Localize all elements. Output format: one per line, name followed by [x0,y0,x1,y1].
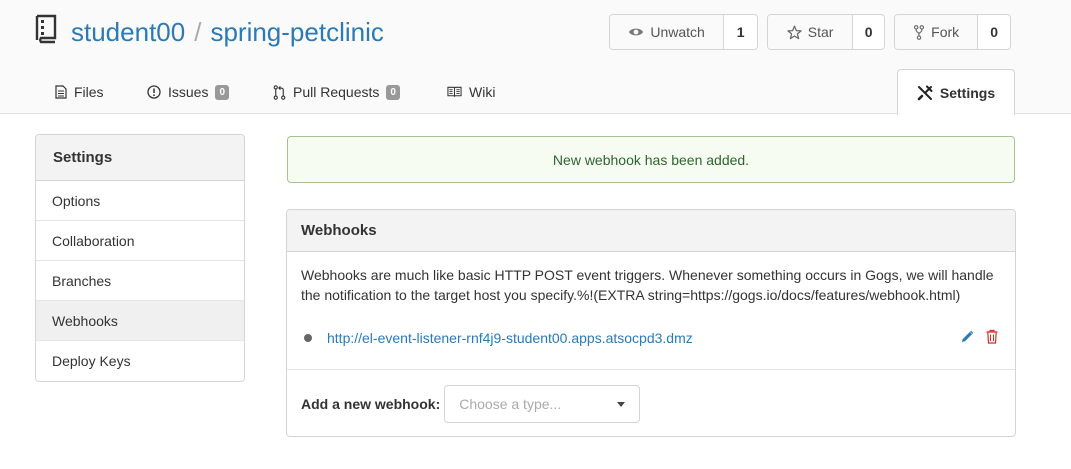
star-label: Star [807,24,834,40]
eye-icon [629,28,644,36]
webhooks-description: Webhooks are much like basic HTTP POST e… [301,267,994,303]
tab-settings[interactable]: Settings [897,69,1015,115]
add-webhook-label: Add a new webhook: [301,396,441,412]
repo-title-separator: / [194,17,202,47]
trash-delete-icon[interactable] [985,329,999,344]
success-flash-message: New webhook has been added. [287,136,1015,183]
fork-icon [914,24,925,40]
sidebar-item-options[interactable]: Options [36,181,244,221]
star-button[interactable]: Star [768,15,854,49]
tab-issues-label: Issues [168,84,209,100]
tab-wiki-label: Wiki [469,84,496,100]
fork-button[interactable]: Fork [895,15,979,49]
tools-icon [917,85,933,100]
fork-group: Fork 0 [894,14,1011,50]
star-icon [787,25,802,39]
sidebar-item-branches[interactable]: Branches [36,261,244,301]
repo-owner-link[interactable]: student00 [71,17,185,47]
unwatch-label: Unwatch [650,24,705,40]
settings-sidebar: Settings Options Collaboration Branches … [35,134,245,382]
tab-files-label: Files [74,84,104,100]
repo-book-icon [35,14,57,44]
pull-requests-count-badge: 0 [386,84,400,100]
file-text-icon [55,85,67,99]
tab-settings-label: Settings [939,84,996,101]
webhook-url-link[interactable]: http://el-event-listener-rnf4j9-student0… [327,330,693,346]
add-webhook-row: Add a new webhook: Choose a type... [301,385,641,423]
tab-pull-requests[interactable]: Pull Requests 0 [273,70,400,114]
fork-count[interactable]: 0 [978,15,1010,49]
sidebar-title: Settings [36,135,244,181]
watch-group: Unwatch 1 [609,14,758,50]
webhooks-panel-title: Webhooks [287,210,1015,252]
watch-count[interactable]: 1 [724,15,757,49]
sidebar-item-collaboration[interactable]: Collaboration [36,221,244,261]
tab-files[interactable]: Files [55,70,104,114]
issue-opened-icon [147,85,161,99]
fork-label: Fork [931,24,960,40]
tab-issues[interactable]: Issues 0 [147,70,230,114]
webhook-status-dot-icon [304,334,312,342]
tab-wiki[interactable]: Wiki [447,70,495,114]
book-icon [447,86,462,97]
star-count[interactable]: 0 [853,15,884,49]
webhook-list-item: http://el-event-listener-rnf4j9-student0… [301,327,1001,349]
pencil-edit-icon[interactable] [960,330,974,344]
repo-name-link[interactable]: spring-petclinic [210,17,383,47]
webhook-type-dropdown[interactable]: Choose a type... [444,385,641,423]
unwatch-button[interactable]: Unwatch [610,15,725,49]
tab-pull-requests-label: Pull Requests [293,84,380,100]
webhooks-panel: Webhooks Webhooks are much like basic HT… [286,209,1016,437]
issues-count-badge: 0 [215,84,230,100]
git-pull-request-icon [273,84,286,100]
webhook-type-placeholder: Choose a type... [459,396,562,412]
dropdown-caret-icon [617,402,626,407]
panel-divider [287,369,1015,370]
star-group: Star 0 [767,14,885,50]
sidebar-item-webhooks[interactable]: Webhooks [36,301,244,341]
repo-title: student00 / spring-petclinic [71,16,384,48]
sidebar-item-deploy-keys[interactable]: Deploy Keys [36,341,244,381]
